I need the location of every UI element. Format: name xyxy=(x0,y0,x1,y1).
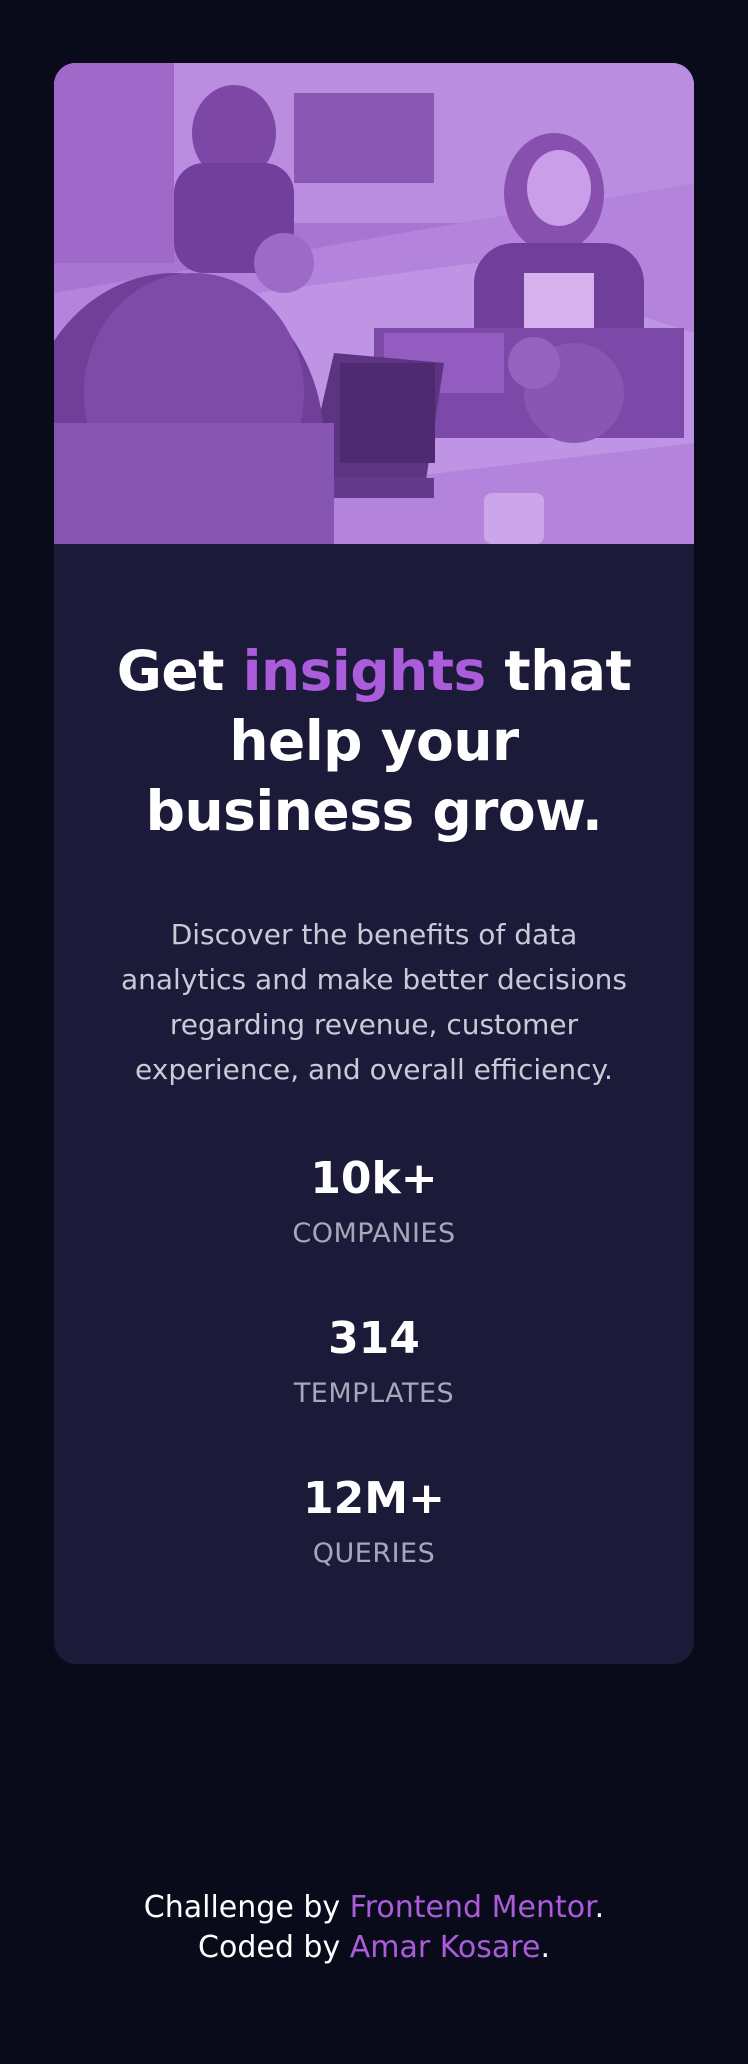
office-photo-illustration xyxy=(54,63,694,544)
attribution-line-coder: Coded by Amar Kosare. xyxy=(0,1928,748,1968)
headline-accent-word: insights xyxy=(242,639,487,703)
headline: Get insights that help your business gro… xyxy=(114,636,634,846)
attribution-prefix: Coded by xyxy=(198,1930,341,1965)
hero-image xyxy=(54,63,694,544)
stats-preview-card: Get insights that help your business gro… xyxy=(54,63,694,1664)
stat-value: 10k+ xyxy=(310,1153,438,1204)
stat-value: 12M+ xyxy=(303,1473,445,1524)
headline-start: Get xyxy=(116,639,225,703)
attribution-suffix: . xyxy=(594,1890,605,1925)
stat-queries: 12M+ QUERIES xyxy=(114,1472,634,1572)
attribution-line-challenge: Challenge by Frontend Mentor. xyxy=(0,1888,748,1928)
stat-companies: 10k+ COMPANIES xyxy=(114,1152,634,1252)
frontend-mentor-link[interactable]: Frontend Mentor xyxy=(350,1890,595,1925)
stat-templates: 314 TEMPLATES xyxy=(114,1312,634,1412)
description-text: Discover the benefits of data analytics … xyxy=(120,918,627,1086)
attribution-suffix: . xyxy=(540,1930,550,1965)
author-link[interactable]: Amar Kosare xyxy=(350,1930,541,1965)
stat-label: TEMPLATES xyxy=(293,1378,455,1409)
attribution-footer: Challenge by Frontend Mentor. Coded by A… xyxy=(0,1888,748,1968)
attribution-prefix: Challenge by xyxy=(143,1890,341,1925)
stat-value: 314 xyxy=(328,1313,420,1364)
stat-label: COMPANIES xyxy=(292,1218,456,1249)
stat-label: QUERIES xyxy=(312,1538,436,1569)
stats-list: 10k+ COMPANIES 314 TEMPLATES 12M+ QUERIE… xyxy=(114,1152,634,1572)
